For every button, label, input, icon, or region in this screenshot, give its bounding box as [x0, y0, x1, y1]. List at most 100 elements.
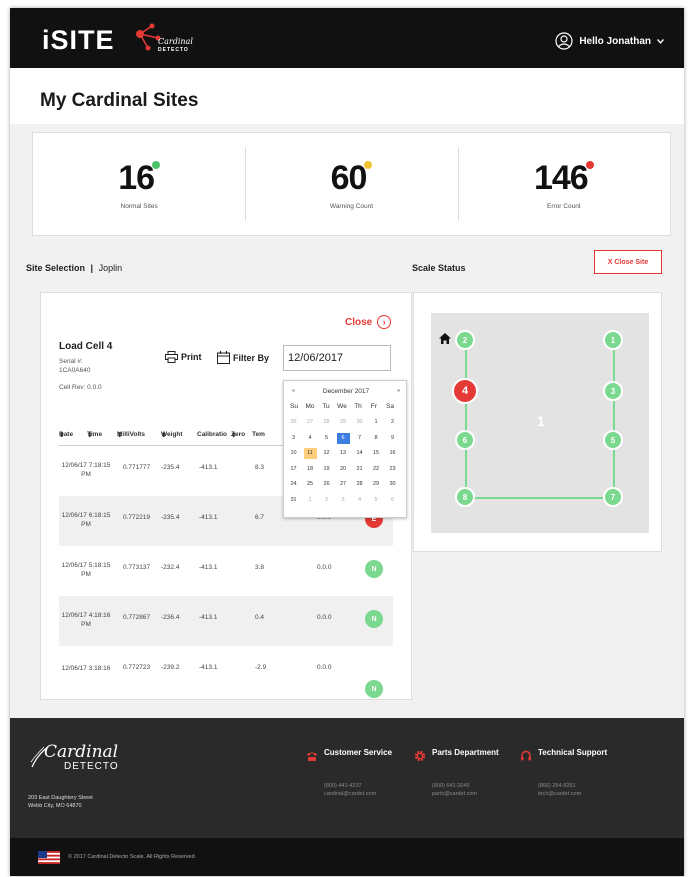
calendar-day[interactable]: 28	[320, 417, 333, 428]
footer-logo[interactable]: Cardinal DETECTO	[30, 744, 119, 772]
calendar-day[interactable]: 8	[370, 433, 383, 444]
load-cell-node[interactable]: 5	[603, 430, 623, 450]
status-badge[interactable]: N	[365, 680, 383, 698]
filter-by-button[interactable]: Filter By	[217, 351, 269, 364]
calendar-day[interactable]: 24	[287, 479, 300, 490]
calendar-day[interactable]: 4	[304, 433, 317, 444]
home-icon[interactable]	[439, 333, 451, 344]
print-button[interactable]: Print	[165, 351, 202, 363]
stat-normal[interactable]: 16 Normal Sites	[33, 133, 245, 235]
greeting-text: Hello Jonathan	[579, 35, 651, 47]
calendar-day[interactable]: 3	[287, 433, 300, 444]
chevron-right-circle-icon: ›	[377, 315, 392, 329]
status-badge[interactable]: N	[365, 560, 383, 578]
load-cell-node[interactable]: 7	[603, 487, 623, 507]
calendar-day[interactable]: 18	[304, 464, 317, 475]
next-month-button[interactable]: »	[397, 388, 400, 394]
calendar-day[interactable]: 4	[353, 495, 366, 506]
dow-label: Mo	[305, 403, 315, 410]
calendar-day[interactable]: 11	[303, 448, 317, 459]
calendar-day[interactable]: 2	[320, 495, 333, 506]
load-cell-node[interactable]: 4	[452, 378, 478, 404]
stat-error-value: 146	[533, 159, 589, 197]
us-flag-icon[interactable]	[38, 851, 60, 864]
load-cell-node[interactable]: 1	[603, 330, 623, 350]
calendar-day[interactable]: 30	[353, 417, 366, 428]
calendar-day[interactable]: 20	[337, 464, 350, 475]
calendar-day[interactable]: 5	[370, 495, 383, 506]
calendar-day[interactable]: 19	[320, 464, 333, 475]
customer-service-phone[interactable]: (800) 441-4237	[324, 782, 414, 790]
calendar-day[interactable]: 13	[337, 448, 350, 459]
header-brand-sub: DETECTO	[158, 47, 189, 53]
table-row[interactable]: 12/06/17 5:18:15 PM 0.773137 -232.4 -413…	[59, 546, 393, 596]
site-selection-value[interactable]: Joplin	[99, 263, 123, 273]
col-header-date[interactable]: Date ⬍	[59, 431, 73, 439]
calendar-day[interactable]: 1	[370, 417, 383, 428]
calendar-day[interactable]: 16	[386, 448, 399, 459]
calendar-day[interactable]: 29	[337, 417, 350, 428]
dow-label: Fr	[370, 403, 378, 410]
calendar-day[interactable]: 10	[287, 448, 300, 459]
calendar-day[interactable]: 30	[386, 479, 399, 490]
user-menu[interactable]: Hello Jonathan	[555, 32, 664, 50]
gear-icon	[414, 750, 426, 762]
status-badge[interactable]: N	[365, 610, 383, 628]
calendar-day[interactable]: 1	[304, 495, 317, 506]
calendar-day[interactable]: 5	[320, 433, 333, 444]
close-panel-button[interactable]: Close ›	[345, 315, 392, 329]
warning-status-dot-icon	[364, 161, 373, 169]
load-cell-node[interactable]: 8	[455, 487, 475, 507]
load-cell-node[interactable]: 6	[455, 430, 475, 450]
stat-warning[interactable]: 60 Warning Count	[245, 133, 457, 235]
calendar-day[interactable]: 23	[386, 464, 399, 475]
calendar-day[interactable]: 29	[370, 479, 383, 490]
copyright-text: © 2017 Cardinal Detecto Scale. All Right…	[68, 854, 195, 860]
calendar-day[interactable]: 3	[337, 495, 350, 506]
load-cell-node[interactable]: 3	[603, 381, 623, 401]
calendar-day[interactable]: 27	[304, 417, 317, 428]
parts-department-phone[interactable]: (800) 641-2045	[432, 782, 522, 790]
parts-department-email[interactable]: parts@cardet.com	[432, 790, 522, 798]
close-site-button[interactable]: X Close Site	[594, 250, 662, 274]
table-row[interactable]: 12/06/17 3:18:16 0.772723 -239.2 -413.1 …	[59, 646, 393, 698]
calendar-day[interactable]: 28	[353, 479, 366, 490]
table-row[interactable]: 12/06/17 4:18:16 PM 0.772867 -236.4 -413…	[59, 596, 393, 646]
customer-service-title: Customer Service	[324, 748, 393, 757]
stat-warning-value: 60	[330, 159, 368, 197]
footer: Cardinal DETECTO 203 East Daughtery Stre…	[10, 718, 684, 838]
calendar-day[interactable]: 26	[320, 479, 333, 490]
calendar-day[interactable]: 6	[386, 495, 399, 506]
error-status-dot-icon	[585, 161, 594, 169]
site-selection: Site Selection | Joplin	[26, 263, 122, 273]
calendar-day[interactable]: 15	[370, 448, 383, 459]
calendar-day[interactable]: 7	[353, 433, 366, 444]
serial-label: Serial #:	[59, 358, 83, 365]
technical-support-email[interactable]: tech@cardet.com	[538, 790, 628, 798]
calendar-day[interactable]: 26	[287, 417, 300, 428]
calendar-day[interactable]: 22	[370, 464, 383, 475]
load-cell-title: Load Cell 4	[59, 341, 113, 352]
stat-error[interactable]: 146 Error Count	[457, 133, 670, 235]
calendar-day[interactable]: 2	[386, 417, 399, 428]
calendar-day[interactable]: 12	[320, 448, 333, 459]
col-header-weight[interactable]: Weight ⬍	[161, 431, 183, 439]
customer-service-email[interactable]: cardinal@cardet.com	[324, 790, 414, 798]
calendar-day[interactable]: 9	[386, 433, 399, 444]
calendar-day[interactable]: 17	[287, 464, 300, 475]
calendar-day[interactable]: 31	[287, 495, 300, 506]
filter-date-input[interactable]	[283, 345, 391, 371]
header-brand: Cardinal DETECTO	[158, 38, 193, 54]
calendar-day[interactable]: 14	[353, 448, 366, 459]
calendar-day[interactable]: 25	[304, 479, 317, 490]
calendar-day[interactable]: 27	[337, 479, 350, 490]
load-cell-node[interactable]: 2	[455, 330, 475, 350]
calendar-day[interactable]: 6	[336, 432, 350, 444]
technical-support-phone[interactable]: (866) 254-8261	[538, 782, 628, 790]
col-header-millivolts[interactable]: MilliVolts ⬍	[117, 431, 145, 439]
user-avatar-icon	[555, 32, 573, 50]
date-picker: « December 2017 » Su Mo Tu We Th Fr Sa 2…	[283, 380, 407, 518]
col-header-time[interactable]: Time ⬍	[87, 431, 102, 439]
col-header-zero[interactable]: Zero ⬍	[231, 431, 245, 439]
calendar-day[interactable]: 21	[353, 464, 366, 475]
